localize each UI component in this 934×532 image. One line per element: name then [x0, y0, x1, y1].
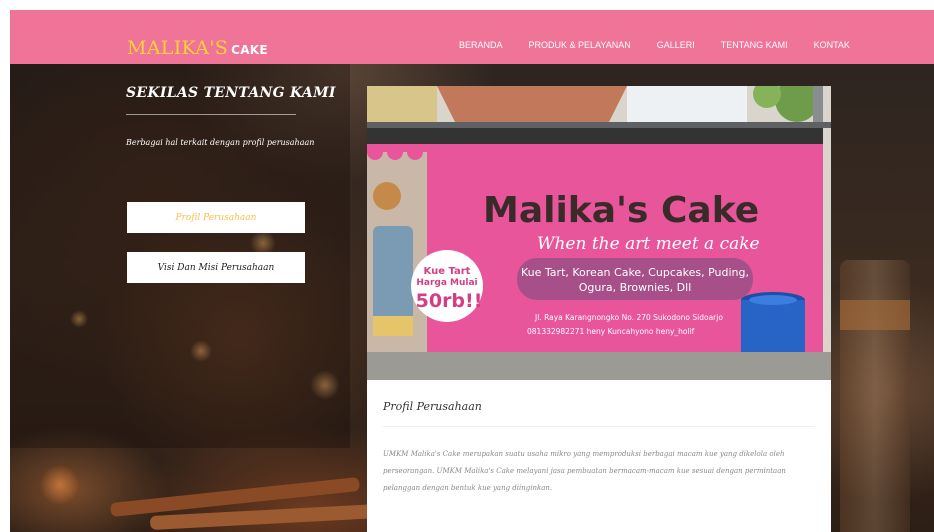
card-divider [383, 426, 815, 427]
banner-illustration: Kue Tart Harga Mulai 50rb!! Malika's Cak… [367, 86, 831, 380]
banner-tagline: When the art meet a cake [537, 234, 760, 254]
promo-line-1: Kue Tart [424, 266, 471, 277]
banner-contact: 081332982271 heny Kuncahyono heny_holif [527, 327, 695, 336]
bokeh-light [40, 465, 80, 505]
nav-tentang-kami[interactable]: TENTANG KAMI [721, 40, 788, 50]
sidebar-title: SEKILAS TENTANG KAMI [126, 85, 336, 101]
nav-beranda[interactable]: BERANDA [459, 40, 503, 50]
sidebar-description: Berbagai hal terkait dengan profil perus… [126, 138, 315, 147]
store-banner-photo: Kue Tart Harga Mulai 50rb!! Malika's Cak… [367, 86, 831, 380]
brand-logo[interactable]: MALIKA'S CAKE [127, 37, 268, 59]
banner-title: Malika's Cake [483, 190, 759, 231]
cookie-jar-band [840, 300, 910, 330]
card-body-text: UMKM Malika's Cake merupakan suatu usaha… [383, 450, 786, 492]
banner-address: Jl. Raya Karangnongko No. 270 Sukodono S… [534, 313, 723, 322]
nav-produk-pelayanan[interactable]: PRODUK & PELAYANAN [529, 40, 631, 50]
sidebar-divider [126, 114, 296, 115]
card-title: Profil Perusahaan [383, 400, 482, 413]
banner-products: Kue Tart, Korean Cake, Cupcakes, Puding, [521, 266, 749, 279]
banner-products-2: Ogura, Brownies, Dll [579, 281, 692, 294]
visi-misi-button[interactable]: Visi Dan Misi Perusahaan [127, 252, 305, 283]
main-nav: BERANDA PRODUK & PELAYANAN GALLERI TENTA… [459, 40, 850, 50]
profile-card: Profil Perusahaan UMKM Malika's Cake mer… [367, 380, 831, 532]
promo-price: 50rb!! [416, 290, 483, 312]
brand-suffix: CAKE [231, 43, 268, 57]
profil-perusahaan-button[interactable]: Profil Perusahaan [127, 202, 305, 233]
nav-galleri[interactable]: GALLERI [657, 40, 695, 50]
promo-line-2: Harga Mulai [416, 278, 477, 288]
brand-name: MALIKA'S [127, 37, 229, 59]
page-frame: SEKILAS TENTANG KAMI Berbagai hal terkai… [10, 10, 934, 532]
nav-kontak[interactable]: KONTAK [814, 40, 850, 50]
